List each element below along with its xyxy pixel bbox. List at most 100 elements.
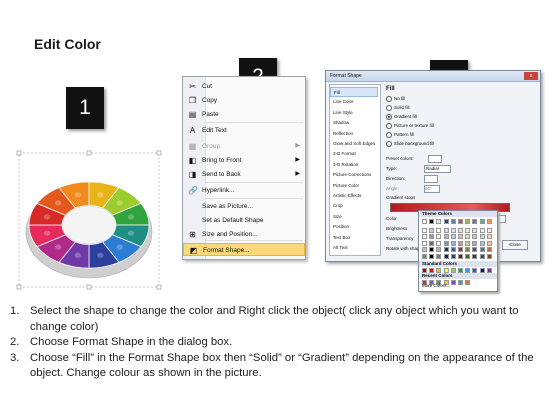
color-swatch[interactable] [450,227,456,233]
recent-color-swatch[interactable] [450,280,456,285]
fill-option-no-fill[interactable]: No fill [386,96,405,102]
color-swatch[interactable] [443,234,449,239]
category-3-d-format[interactable]: 3-D Format [333,149,379,159]
color-swatch[interactable] [443,253,449,259]
color-swatch[interactable] [472,240,478,246]
menu-item-cut[interactable]: ✂ Cut [183,80,305,93]
color-swatch[interactable] [479,227,485,233]
color-swatch[interactable] [429,234,435,239]
preset-colors-dropdown[interactable] [428,155,442,163]
color-swatch[interactable] [436,227,442,233]
color-swatch[interactable] [436,253,442,259]
menu-item-paste[interactable]: ▤ Paste [183,108,305,121]
category-reflection[interactable]: Reflection [333,129,379,139]
color-swatch[interactable] [458,219,463,224]
color-swatch[interactable] [429,227,435,233]
color-swatch[interactable] [450,219,456,224]
category-line-style[interactable]: Line Style [333,108,379,118]
color-swatch[interactable] [458,234,463,239]
color-swatch[interactable] [472,247,478,252]
color-swatch[interactable] [436,219,442,224]
category-text-box[interactable]: Text Box [333,233,379,243]
color-swatch[interactable] [450,234,456,239]
menu-item-bring-to-front[interactable]: ◧ Bring to Front ▶ [183,154,305,167]
menu-item-copy[interactable]: ❐ Copy [183,94,305,107]
menu-item-format-shape[interactable]: ◩ Format Shape... [183,243,305,256]
color-swatch[interactable] [429,240,435,246]
color-swatch[interactable] [486,234,492,239]
recent-color-swatch[interactable] [458,280,463,285]
color-swatch[interactable] [465,253,471,259]
menu-item-hyperlink[interactable]: 🔗 Hyperlink... [183,184,305,197]
type-dropdown[interactable]: Radial [424,165,451,173]
color-swatch[interactable] [450,247,456,252]
fill-option-gradient-fill[interactable]: Gradient fill [386,114,417,120]
category-shadow[interactable]: Shadow [333,118,379,128]
color-swatch[interactable] [436,247,442,252]
category-position[interactable]: Position [333,222,379,232]
color-swatch[interactable] [422,247,427,252]
menu-item-set-as-default-shape[interactable]: Set as Default Shape [183,214,305,227]
color-swatch[interactable] [436,240,442,246]
fill-option-slide-background-fill[interactable]: Slide background fill [386,141,434,147]
color-swatch[interactable] [472,227,478,233]
menu-item-send-to-back[interactable]: ◨ Send to Back ▶ [183,168,305,181]
color-swatch[interactable] [458,253,463,259]
fill-option-picture-or-texture-fill[interactable]: Picture or texture fill [386,123,434,129]
category-glow-and-soft-edges[interactable]: Glow and Soft Edges [333,139,379,149]
category-alt-text[interactable]: Alt Text [333,243,379,253]
more-colors-link[interactable]: More Colors... [422,283,450,288]
menu-item-group[interactable]: ▦ Group ▶ [183,140,305,153]
color-swatch[interactable] [443,227,449,233]
category-3-d-rotation[interactable]: 3-D Rotation [333,160,379,170]
color-swatch[interactable] [458,240,463,246]
color-swatch[interactable] [479,240,485,246]
color-swatch[interactable] [486,227,492,233]
fill-option-pattern-fill[interactable]: Pattern fill [386,132,414,138]
color-swatch[interactable] [479,234,485,239]
color-swatch[interactable] [422,234,427,239]
color-swatch[interactable] [429,253,435,259]
color-swatch[interactable] [443,247,449,252]
color-swatch[interactable] [422,253,427,259]
color-swatch[interactable] [472,234,478,239]
color-swatch[interactable] [436,234,442,239]
color-swatch[interactable] [486,247,492,252]
color-swatch[interactable] [472,253,478,259]
dialog-close-button[interactable]: x [524,72,538,80]
color-swatch[interactable] [450,240,456,246]
menu-item-save-as-picture[interactable]: Save as Picture... [183,200,305,213]
color-swatch[interactable] [458,247,463,252]
fill-option-solid-fill[interactable]: Solid fill [386,105,410,111]
color-swatch[interactable] [486,253,492,259]
color-swatch[interactable] [465,240,471,246]
color-swatch[interactable] [472,219,478,224]
direction-dropdown[interactable] [424,175,438,183]
color-swatch[interactable] [465,247,471,252]
category-artistic-effects[interactable]: Artistic Effects [333,191,379,201]
color-swatch[interactable] [465,227,471,233]
color-swatch[interactable] [429,219,435,224]
color-swatch[interactable] [422,240,427,246]
category-picture-corrections[interactable]: Picture Corrections [333,170,379,180]
category-line-color[interactable]: Line Color [333,97,379,107]
angle-input[interactable]: 90° [424,185,440,193]
category-size[interactable]: Size [333,212,379,222]
category-picture-color[interactable]: Picture Color [333,181,379,191]
color-swatch[interactable] [465,234,471,239]
color-swatch[interactable] [486,219,492,224]
color-swatch[interactable] [479,247,485,252]
color-swatch[interactable] [443,240,449,246]
color-swatch[interactable] [450,253,456,259]
category-crop[interactable]: Crop [333,201,379,211]
color-swatch[interactable] [465,219,471,224]
color-swatch[interactable] [422,227,427,233]
color-swatch[interactable] [479,219,485,224]
puzzle-ring-diagram[interactable] [16,150,162,290]
menu-item-edit-text[interactable]: A Edit Text [183,124,305,137]
category-fill[interactable]: Fill [330,87,378,97]
recent-color-swatch[interactable] [465,280,471,285]
color-swatch[interactable] [479,253,485,259]
color-swatch[interactable] [443,219,449,224]
color-swatch[interactable] [422,219,427,224]
